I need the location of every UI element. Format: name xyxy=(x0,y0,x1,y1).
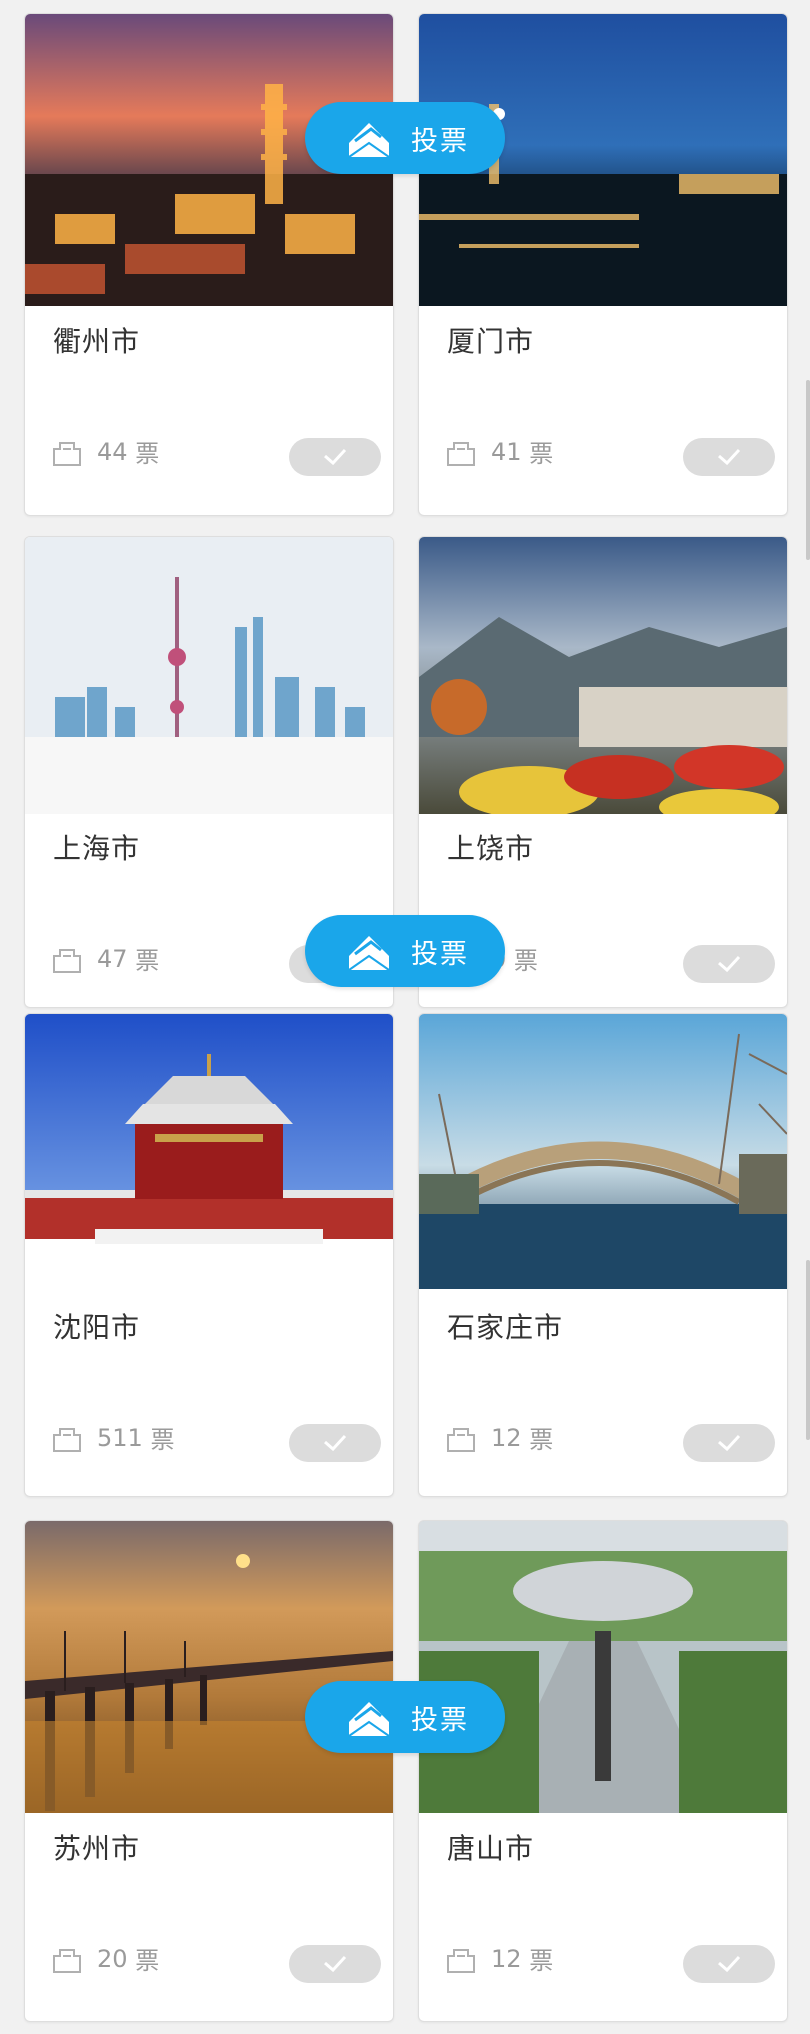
ballot-envelope-icon xyxy=(348,123,390,158)
checkmark-icon xyxy=(718,1434,741,1452)
city-name: 上饶市 xyxy=(447,832,535,865)
ballot-box-icon xyxy=(53,948,81,973)
city-photo xyxy=(25,537,393,814)
ballot-box-icon xyxy=(447,1427,475,1452)
ballot-box-icon xyxy=(53,1948,81,1973)
vote-button[interactable] xyxy=(289,438,381,476)
city-card[interactable]: 石家庄市 12 票 xyxy=(418,1013,788,1497)
vote-button[interactable] xyxy=(683,945,775,983)
checkmark-icon xyxy=(324,448,347,466)
city-card[interactable]: 厦门市 41 票 xyxy=(418,13,788,516)
checkmark-icon xyxy=(324,1955,347,1973)
floating-vote-button[interactable]: 投票 xyxy=(305,102,505,174)
city-card[interactable]: 苏州市 20 票 xyxy=(24,1520,394,2022)
ballot-box-icon xyxy=(53,441,81,466)
vote-count: 12 票 xyxy=(445,1941,553,1976)
city-card[interactable]: 唐山市 12 票 xyxy=(418,1520,788,2022)
floating-vote-button[interactable]: 投票 xyxy=(305,915,505,987)
ballot-envelope-icon xyxy=(348,936,390,971)
city-photo xyxy=(25,1521,393,1813)
vote-count: 20 票 xyxy=(51,1941,159,1976)
checkmark-icon xyxy=(718,1955,741,1973)
scrollbar[interactable] xyxy=(806,1260,810,1440)
checkmark-icon xyxy=(324,1434,347,1452)
scrollbar[interactable] xyxy=(806,380,810,560)
city-photo xyxy=(419,1521,787,1813)
city-name: 唐山市 xyxy=(447,1832,535,1865)
ballot-envelope-icon xyxy=(348,1702,390,1737)
city-card[interactable]: 衢州市 44 票 xyxy=(24,13,394,516)
vote-button[interactable] xyxy=(683,1945,775,1983)
city-name: 厦门市 xyxy=(447,325,535,358)
vote-count: 44 票 xyxy=(51,434,159,469)
floating-vote-button[interactable]: 投票 xyxy=(305,1681,505,1753)
vote-count: 47 票 xyxy=(51,941,159,976)
ballot-box-icon xyxy=(53,1427,81,1452)
city-photo xyxy=(419,1014,787,1289)
vote-button[interactable] xyxy=(289,1424,381,1462)
vote-button[interactable] xyxy=(683,1424,775,1462)
city-name: 上海市 xyxy=(53,832,141,865)
vote-count: 511 票 xyxy=(51,1420,174,1455)
city-card[interactable]: 沈阳市 511 票 xyxy=(24,1013,394,1497)
city-name: 沈阳市 xyxy=(53,1311,141,1344)
vote-count: 41 票 xyxy=(445,434,553,469)
checkmark-icon xyxy=(718,448,741,466)
city-photo xyxy=(25,1014,393,1289)
city-name: 苏州市 xyxy=(53,1832,141,1865)
vote-button[interactable] xyxy=(683,438,775,476)
city-name: 石家庄市 xyxy=(447,1311,564,1344)
ballot-box-icon xyxy=(447,441,475,466)
city-name: 衢州市 xyxy=(53,325,141,358)
vote-button[interactable] xyxy=(289,1945,381,1983)
ballot-box-icon xyxy=(447,1948,475,1973)
vote-count: 12 票 xyxy=(445,1420,553,1455)
city-photo xyxy=(419,537,787,814)
checkmark-icon xyxy=(718,955,741,973)
